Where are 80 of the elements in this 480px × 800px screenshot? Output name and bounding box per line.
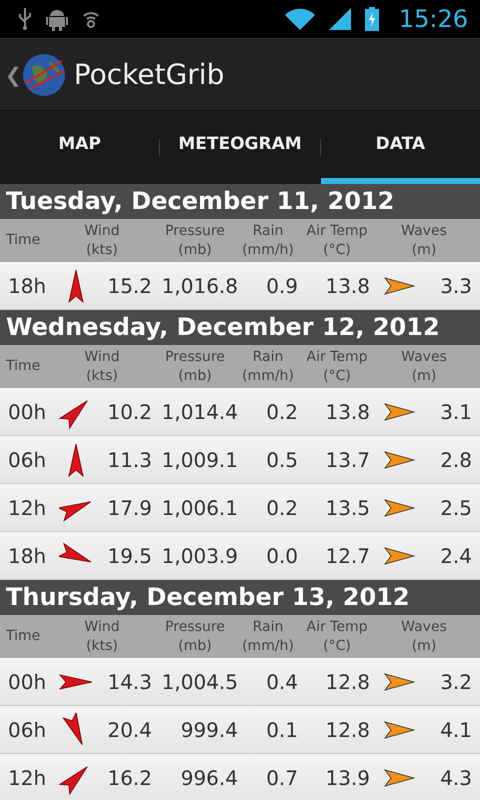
pressure-cell-text: 1,009.1 [160,446,238,474]
temp-cell-text: 13.8 [324,272,370,300]
column-header: Waves (m) [400,618,448,655]
rain-cell-text: 0.2 [265,398,298,426]
waves-cell-text: 2.8 [439,446,472,474]
temp-cell-text: 13.9 [324,764,370,792]
pressure-cell-text: 999.4 [180,716,238,744]
wind-cell-text: 14.3 [106,668,152,696]
wind-cell-text: 17.9 [106,494,152,522]
wifi-icon [284,8,315,30]
time-cell-text: 12h [7,764,48,792]
waves-cell-text: 3.1 [439,398,472,426]
wind-cell-text: 10.2 [106,398,152,426]
rain-cell-text: 0.5 [265,446,298,474]
app-title: PocketGrib [74,56,224,92]
waves-cell-text: 2.5 [439,494,472,522]
back-icon[interactable]: ❮ [0,60,22,90]
pressure-cell-text: 996.4 [180,764,238,792]
tab[interactable]: MAP [0,111,160,184]
signal-icon [328,8,351,30]
date-heading: Wednesday, December 12, 2012 [0,310,480,345]
battery-charging-icon [364,7,379,31]
column-header: Pressure (mb) [164,348,226,385]
rain-cell-text: 0.9 [265,272,298,300]
globe-icon[interactable] [22,52,66,96]
column-header: Wind (kts) [83,618,121,655]
time-cell-text: 18h [7,542,48,570]
usb-icon [18,8,32,30]
column-header: Waves (m) [400,222,448,259]
column-header: Waves (m) [400,348,448,385]
temp-cell-text: 13.7 [324,446,370,474]
waves-cell-text: 3.2 [439,668,472,696]
column-header: Time [5,627,42,646]
time-cell-text: 00h [7,668,48,696]
column-header: Pressure (mb) [164,618,226,655]
time-cell-text: 00h [7,398,48,426]
rain-cell-text: 0.1 [265,716,298,744]
column-header: Rain (mm/h) [241,348,295,385]
column-header: Pressure (mb) [164,222,226,259]
date-heading: Thursday, December 13, 2012 [0,580,480,615]
column-header: Wind (kts) [83,222,121,259]
waves-cell-text: 3.3 [439,272,472,300]
wind-cell-text: 16.2 [106,764,152,792]
temp-cell-text: 13.8 [324,398,370,426]
rain-cell-text: 0.7 [265,764,298,792]
rain-cell-text: 0.0 [265,542,298,570]
pressure-cell-text: 1,003.9 [160,542,238,570]
pressure-cell-text: 1,004.5 [160,668,238,696]
rain-cell-text: 0.2 [265,494,298,522]
column-header: Air Temp (°C) [306,348,368,385]
column-header: Air Temp (°C) [306,618,368,655]
android-icon [46,7,68,31]
tab[interactable]: METEOGRAM [160,111,320,184]
pressure-cell-text: 1,016.8 [160,272,238,300]
time-cell-text: 06h [7,446,48,474]
column-header: Time [5,231,42,250]
pressure-cell-text: 1,014.4 [160,398,238,426]
column-header: Rain (mm/h) [241,222,295,259]
wind-cell-text: 11.3 [106,446,152,474]
temp-cell-text: 12.8 [324,668,370,696]
temp-cell-text: 13.5 [324,494,370,522]
time-cell-text: 18h [7,272,48,300]
waves-cell-text: 4.1 [439,716,472,744]
column-header: Rain (mm/h) [241,618,295,655]
temp-cell-text: 12.7 [324,542,370,570]
waves-cell-text: 4.3 [439,764,472,792]
time-cell-text: 06h [7,716,48,744]
column-header: Air Temp (°C) [306,222,368,259]
rain-cell-text: 0.4 [265,668,298,696]
wind-cell-text: 15.2 [106,272,152,300]
waves-cell-text: 2.4 [439,542,472,570]
wind-cell-text: 20.4 [106,716,152,744]
pressure-cell-text: 1,006.1 [160,494,238,522]
time-cell-text: 12h [7,494,48,522]
date-heading: Tuesday, December 11, 2012 [0,184,480,219]
column-header: Time [5,357,42,376]
wind-cell-text: 19.5 [106,542,152,570]
column-header: Wind (kts) [83,348,121,385]
clock-time: 15:26 [398,4,468,35]
temp-cell-text: 12.8 [324,716,370,744]
